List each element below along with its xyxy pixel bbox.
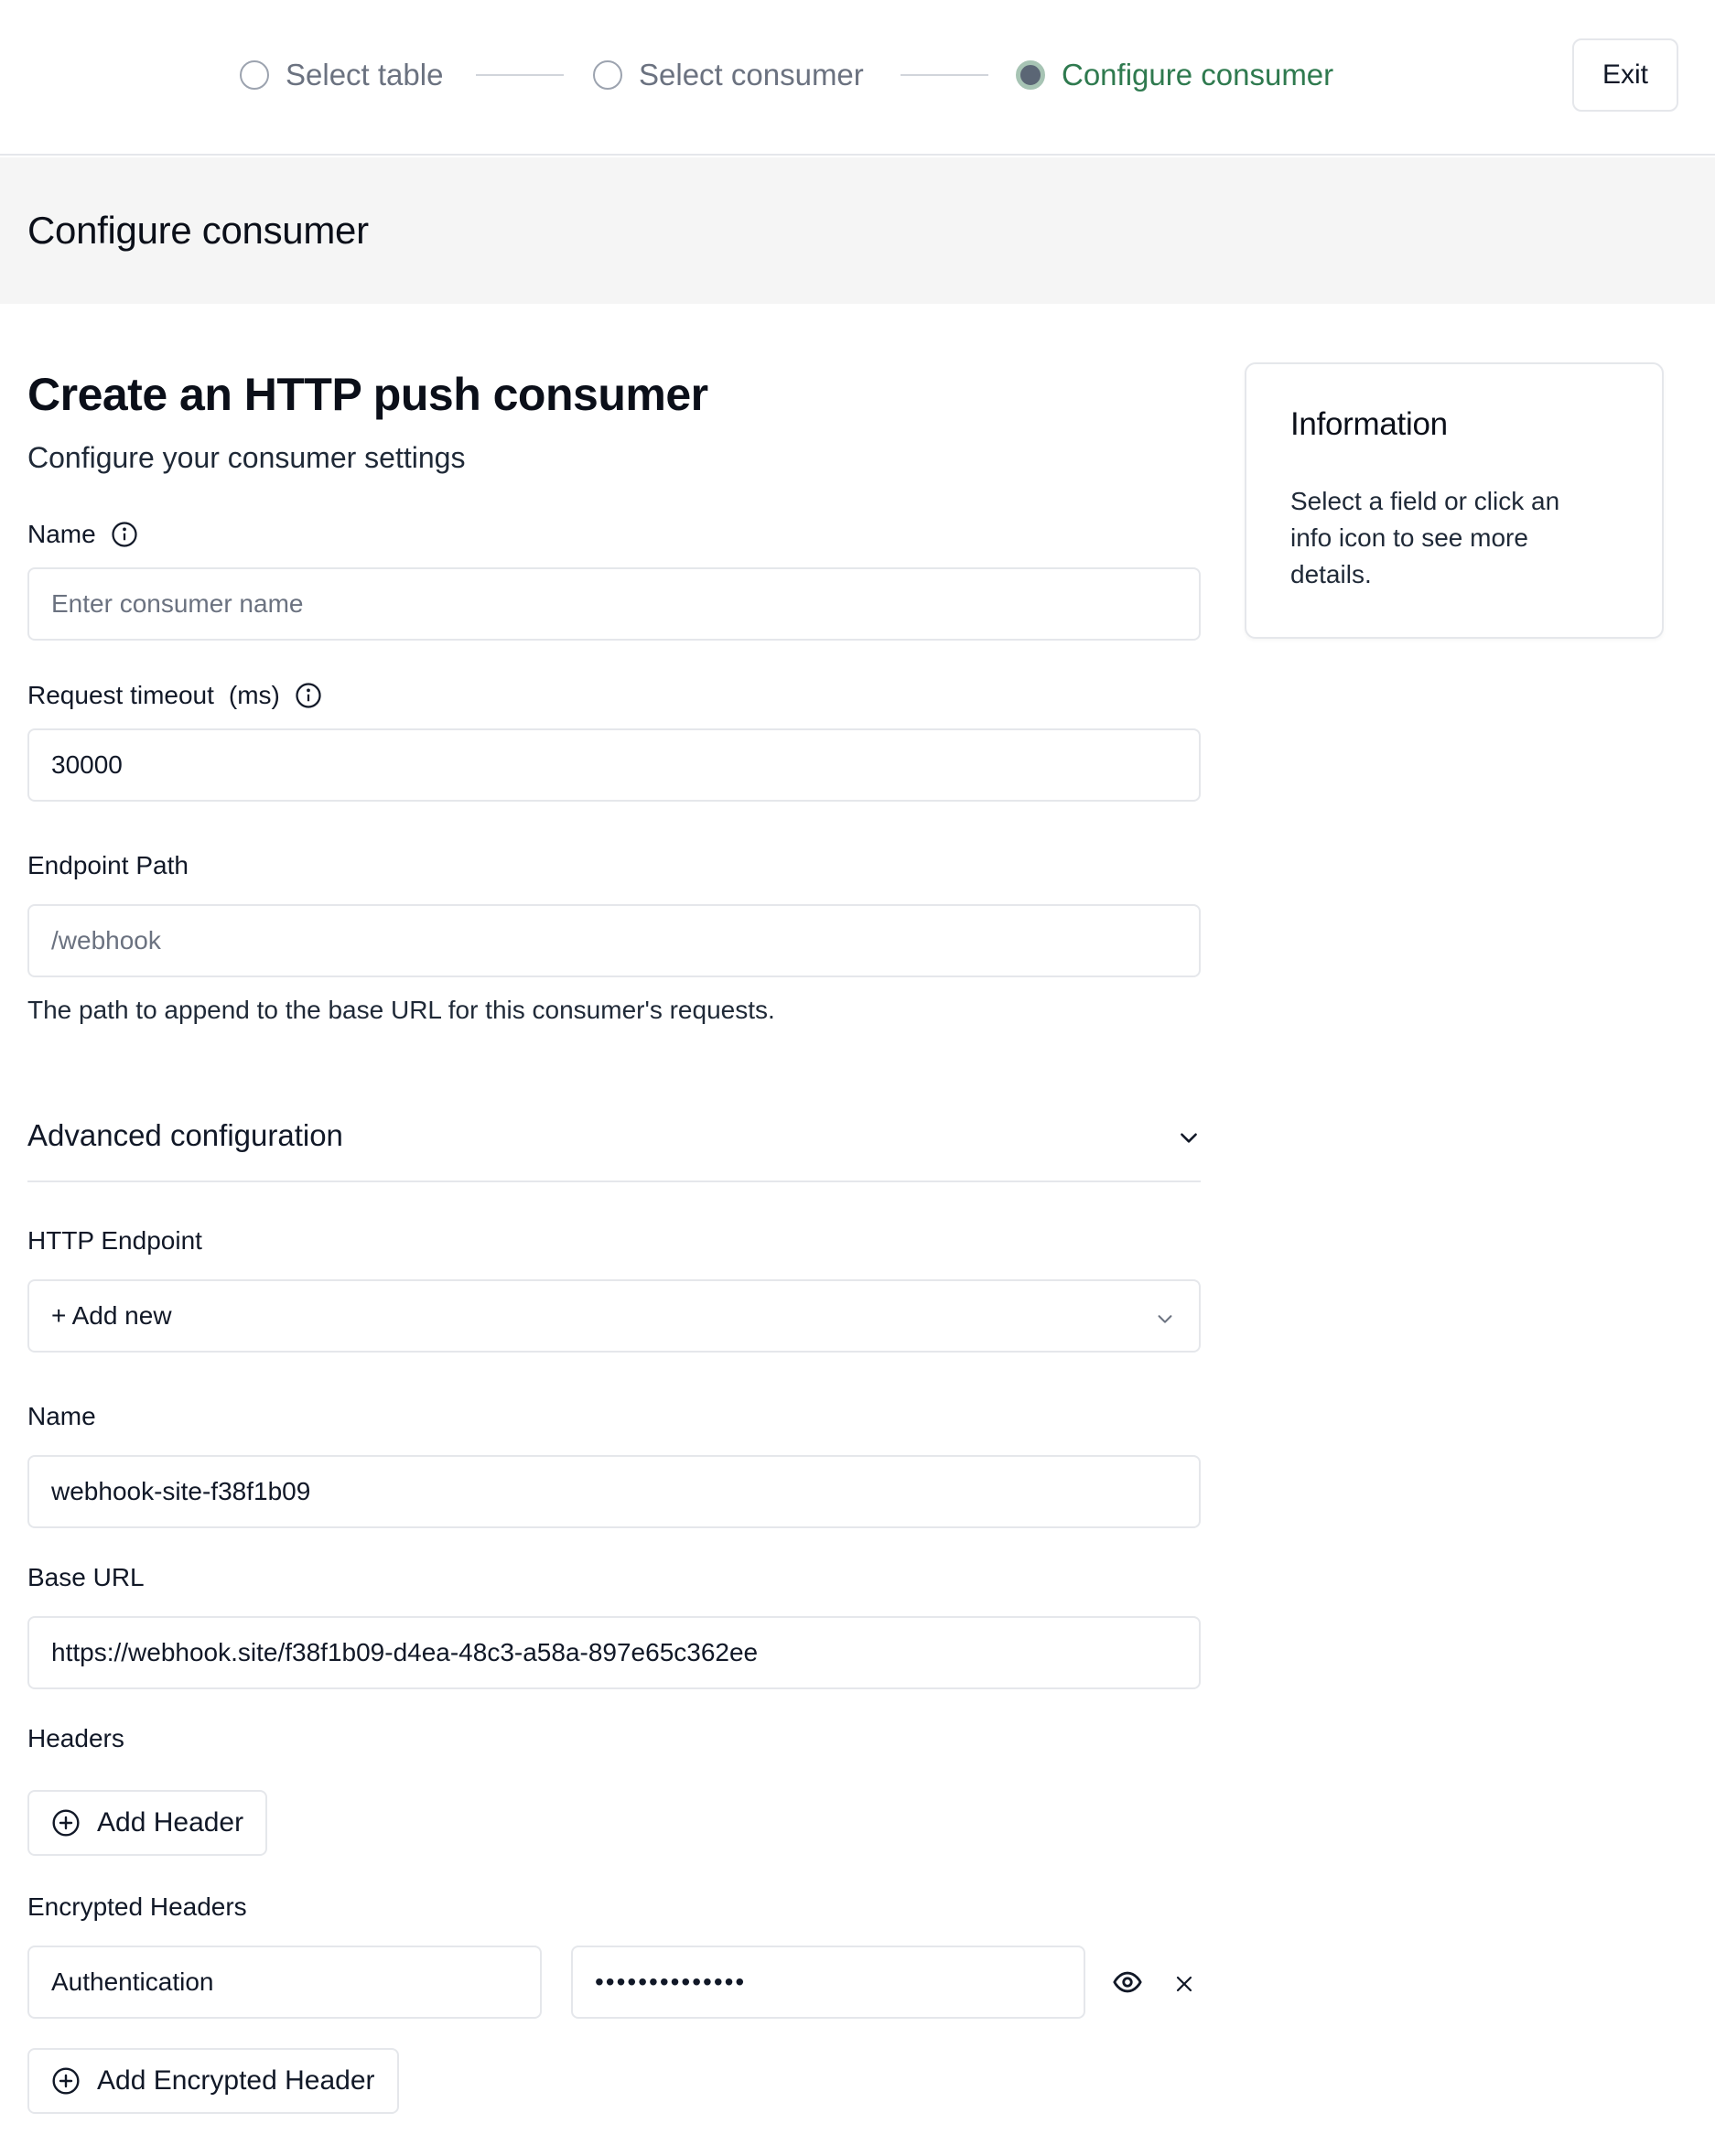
http-endpoint-select[interactable]: + Add new [27, 1279, 1201, 1353]
add-encrypted-header-label: Add Encrypted Header [97, 2065, 375, 2096]
step-configure-consumer[interactable]: Configure consumer [1016, 55, 1333, 95]
step-label: Select consumer [639, 58, 864, 92]
base-url-input[interactable]: https://webhook.site/f38f1b09-d4ea-48c3-… [27, 1616, 1201, 1689]
add-header-button[interactable]: Add Header [27, 1790, 268, 1856]
name-label: Name [27, 520, 138, 549]
form-title: Create an HTTP push consumer [27, 369, 708, 420]
information-panel: Information Select a field or click an i… [1245, 362, 1664, 639]
consumer-name-input[interactable]: Enter consumer name [27, 567, 1201, 641]
plus-circle-icon [51, 1808, 81, 1838]
headers-label: Headers [27, 1724, 124, 1752]
section-header: Configure consumer [0, 157, 1715, 304]
section-title: Configure consumer [27, 209, 369, 252]
name-label-text: Name [27, 520, 96, 548]
step-label: Select table [286, 58, 444, 92]
request-timeout-input[interactable]: 30000 [27, 728, 1201, 802]
step-select-table[interactable]: Select table [240, 55, 443, 95]
chevron-down-icon [1155, 1306, 1175, 1326]
step-select-consumer[interactable]: Select consumer [593, 55, 864, 95]
encrypted-header-value-input[interactable]: •••••••••••••• [571, 1946, 1085, 2019]
exit-button[interactable]: Exit [1572, 38, 1678, 112]
info-icon[interactable] [111, 521, 138, 548]
encrypted-headers-label: Encrypted Headers [27, 1892, 247, 1921]
chevron-down-icon [1177, 1126, 1201, 1149]
endpoint-path-input[interactable]: /webhook [27, 904, 1201, 977]
add-encrypted-header-button[interactable]: Add Encrypted Header [27, 2048, 399, 2114]
step-connector [901, 74, 988, 76]
endpoint-path-helper: The path to append to the base URL for t… [27, 996, 775, 1024]
form-subtitle: Configure your consumer settings [27, 441, 466, 474]
info-icon[interactable] [295, 682, 322, 709]
base-url-label: Base URL [27, 1563, 145, 1591]
close-icon[interactable] [1166, 1966, 1203, 2002]
add-header-label: Add Header [97, 1807, 244, 1838]
timeout-unit: (ms) [228, 681, 280, 709]
endpoint-name-label: Name [27, 1402, 96, 1430]
plus-circle-icon [51, 2066, 81, 2096]
step-active-radio-icon [1016, 60, 1045, 90]
eye-icon[interactable] [1109, 1964, 1146, 2000]
http-endpoint-label: HTTP Endpoint [27, 1226, 202, 1255]
step-radio-icon [593, 60, 622, 90]
step-connector [476, 74, 564, 76]
timeout-label-text: Request timeout [27, 681, 214, 709]
timeout-label: Request timeout (ms) [27, 681, 322, 710]
advanced-configuration-toggle[interactable]: Advanced configuration [27, 1091, 1201, 1182]
stepper-bar: Select table Select consumer Configure c… [0, 0, 1715, 156]
step-label: Configure consumer [1062, 58, 1334, 92]
advanced-configuration-label: Advanced configuration [27, 1118, 343, 1152]
step-radio-icon [240, 60, 269, 90]
endpoint-name-input[interactable]: webhook-site-f38f1b09 [27, 1455, 1201, 1528]
encrypted-header-key-input[interactable]: Authentication [27, 1946, 542, 2019]
information-body: Select a field or click an info icon to … [1290, 487, 1560, 588]
http-endpoint-selected: + Add new [51, 1301, 172, 1330]
information-title: Information [1290, 406, 1448, 442]
endpoint-path-label: Endpoint Path [27, 851, 189, 879]
